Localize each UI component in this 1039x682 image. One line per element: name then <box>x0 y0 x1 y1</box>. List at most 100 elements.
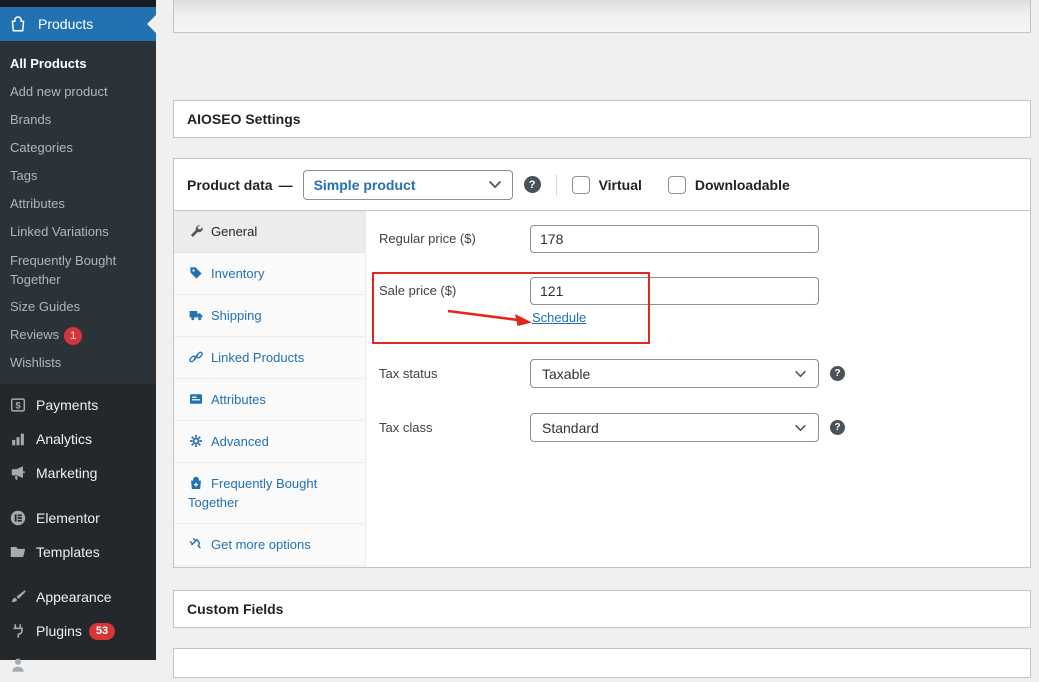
user-icon <box>8 656 28 674</box>
active-menu-notch <box>147 15 156 33</box>
tab-attributes[interactable]: Attributes <box>174 379 365 421</box>
sidebar-item-wishlists[interactable]: Wishlists <box>0 349 156 377</box>
sidebar-item-frequently-bought-together[interactable]: Frequently Bought Together <box>0 246 156 293</box>
tab-label: Get more options <box>211 537 311 552</box>
sidebar-item-add-new-product[interactable]: Add new product <box>0 78 156 106</box>
megaphone-icon <box>8 464 28 482</box>
bar-chart-icon <box>8 430 28 448</box>
regular-price-input[interactable] <box>530 225 819 253</box>
sidebar-item-marketing[interactable]: Marketing <box>0 456 156 490</box>
products-submenu: All Products Add new product Brands Cate… <box>0 41 156 384</box>
tab-label: Inventory <box>211 266 264 281</box>
menu-label: Templates <box>36 544 100 560</box>
virtual-label: Virtual <box>599 177 642 193</box>
custom-fields-title: Custom Fields <box>187 601 283 617</box>
sidebar-item-elementor[interactable]: Elementor <box>0 501 156 535</box>
product-data-body: General Inventory Shipping Linked Produc… <box>174 211 1030 567</box>
reviews-count-badge: 1 <box>64 327 82 345</box>
folder-icon <box>8 543 28 561</box>
plug-icon <box>8 622 28 640</box>
tab-label: Attributes <box>211 392 266 407</box>
previous-metabox-bottom <box>173 0 1031 33</box>
admin-main-menu: $ Payments Analytics Marketing Elementor <box>0 384 156 682</box>
next-metabox-top <box>173 648 1031 678</box>
product-type-value: Simple product <box>314 177 416 193</box>
tab-label: Linked Products <box>211 350 304 365</box>
tab-label: General <box>211 224 257 239</box>
tab-shipping[interactable]: Shipping <box>174 295 365 337</box>
sale-price-input[interactable] <box>530 277 819 305</box>
aioseo-settings-panel[interactable]: AIOSEO Settings <box>173 100 1031 138</box>
sidebar-item-all-products[interactable]: All Products <box>0 50 156 78</box>
tab-linked-products[interactable]: Linked Products <box>174 337 365 379</box>
tab-label: Advanced <box>211 434 269 449</box>
tab-inventory[interactable]: Inventory <box>174 253 365 295</box>
sidebar-item-categories[interactable]: Categories <box>0 134 156 162</box>
downloadable-label: Downloadable <box>695 177 790 193</box>
menu-label: Plugins <box>36 623 82 639</box>
regular-price-label: Regular price ($) <box>379 231 476 247</box>
sidebar-item-appearance[interactable]: Appearance <box>0 580 156 614</box>
sidebar-item-templates[interactable]: Templates <box>0 535 156 569</box>
sidebar-item-analytics[interactable]: Analytics <box>0 422 156 456</box>
sidebar-item-size-guides[interactable]: Size Guides <box>0 293 156 321</box>
plugins-count-badge: 53 <box>89 623 115 640</box>
sidebar-item-tags[interactable]: Tags <box>0 162 156 190</box>
product-data-dash: — <box>279 177 293 193</box>
aioseo-settings-title: AIOSEO Settings <box>187 111 301 127</box>
menu-label: Elementor <box>36 510 100 526</box>
menu-label: Payments <box>36 397 98 413</box>
product-type-select[interactable]: Simple product <box>303 170 513 200</box>
product-data-header: Product data — Simple product ? Virtual … <box>174 159 1030 211</box>
downloadable-checkbox[interactable] <box>668 176 686 194</box>
header-divider <box>556 174 557 196</box>
tag-icon <box>188 265 204 281</box>
menu-separator <box>0 490 156 501</box>
sidebar-item-reviews[interactable]: Reviews 1 <box>0 321 156 349</box>
svg-text:$: $ <box>15 401 21 412</box>
menu-separator <box>0 569 156 580</box>
chevron-down-icon <box>794 370 807 378</box>
product-data-tabs: General Inventory Shipping Linked Produc… <box>174 211 366 567</box>
reviews-label: Reviews <box>10 327 59 342</box>
tab-general[interactable]: General <box>174 211 365 253</box>
tax-class-label: Tax class <box>379 420 432 436</box>
sidebar-item-brands[interactable]: Brands <box>0 106 156 134</box>
menu-label: Marketing <box>36 465 97 481</box>
product-type-help-icon[interactable]: ? <box>524 176 541 193</box>
tax-class-select[interactable]: Standard <box>530 413 819 442</box>
general-tab-fields: Regular price ($) Sale price ($) Schedul… <box>367 211 1030 567</box>
virtual-checkbox[interactable] <box>572 176 590 194</box>
sidebar-item-users[interactable]: Users <box>0 648 156 682</box>
link-icon <box>188 349 204 365</box>
product-data-title: Product data <box>187 177 273 193</box>
sidebar-item-attributes[interactable]: Attributes <box>0 190 156 218</box>
elementor-icon <box>8 509 28 527</box>
menu-label: Users <box>36 657 73 673</box>
sidebar-item-products[interactable]: Products <box>0 7 156 41</box>
attributes-card-icon <box>188 391 204 407</box>
tax-class-help-icon[interactable]: ? <box>830 420 845 435</box>
admin-bar-strip <box>0 0 156 7</box>
menu-label: Appearance <box>36 589 112 605</box>
chevron-down-icon <box>794 424 807 432</box>
sidebar-item-plugins[interactable]: Plugins 53 <box>0 614 156 648</box>
tab-advanced[interactable]: Advanced <box>174 421 365 463</box>
menu-label: Analytics <box>36 431 92 447</box>
truck-icon <box>188 307 204 323</box>
sidebar-item-linked-variations[interactable]: Linked Variations <box>0 218 156 246</box>
sidebar-item-payments[interactable]: $ Payments <box>0 388 156 422</box>
tab-frequently-bought-together[interactable]: Frequently Bought Together <box>174 463 365 524</box>
schedule-link[interactable]: Schedule <box>532 310 586 325</box>
tab-get-more-options[interactable]: Get more options <box>174 524 365 566</box>
wrench-icon <box>188 223 204 239</box>
bag-plus-icon <box>188 475 204 491</box>
custom-fields-panel[interactable]: Custom Fields <box>173 590 1031 628</box>
bag-icon <box>9 15 27 33</box>
plug-icon <box>188 536 204 552</box>
tax-status-select[interactable]: Taxable <box>530 359 819 388</box>
chevron-down-icon <box>488 180 502 189</box>
tax-status-help-icon[interactable]: ? <box>830 366 845 381</box>
tax-status-label: Tax status <box>379 366 438 382</box>
gear-icon <box>188 433 204 449</box>
